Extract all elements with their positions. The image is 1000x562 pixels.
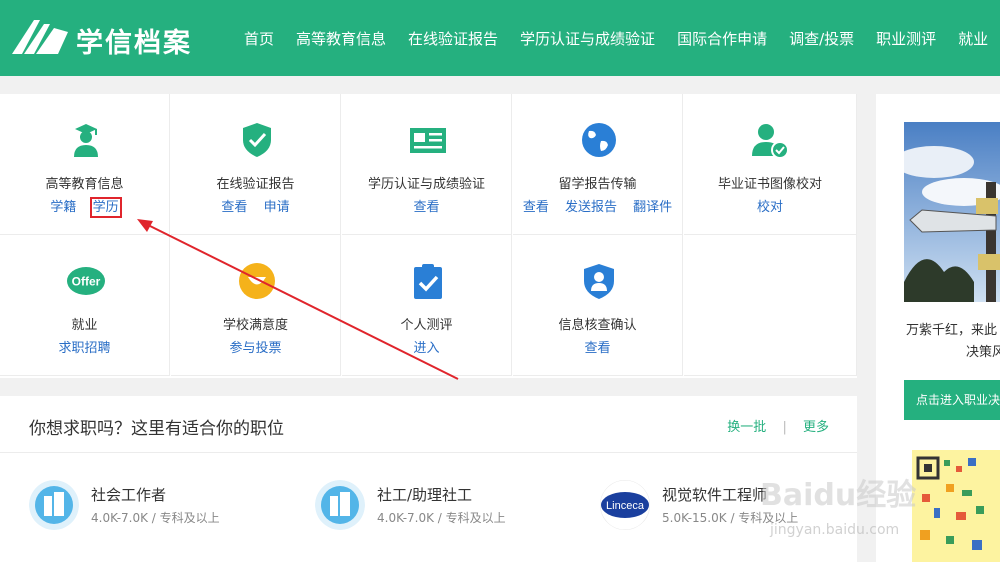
divider bbox=[0, 452, 857, 453]
offer-icon-text: Offer bbox=[72, 275, 101, 289]
service-links: 查看 发送报告 翻译件 bbox=[513, 196, 682, 215]
offer-icon[interactable]: Offer bbox=[67, 262, 105, 300]
nav-item-higher-education[interactable]: 高等教育信息 bbox=[296, 28, 386, 49]
job-card[interactable]: 社会工作者 4.0K-7.0K / 专科及以上 bbox=[29, 476, 299, 536]
service-title: 在线验证报告 bbox=[216, 177, 295, 192]
qr-code-image[interactable] bbox=[912, 450, 1000, 562]
service-links: 校对 bbox=[684, 196, 856, 215]
service-links: 求职招聘 bbox=[0, 337, 169, 356]
link-send-report[interactable]: 发送报告 bbox=[565, 200, 617, 215]
service-title: 学校满意度 bbox=[222, 318, 288, 333]
service-online-verification: 在线验证报告 查看 申请 bbox=[171, 94, 341, 235]
job-meta: 4.0K-7.0K / 专科及以上 bbox=[91, 511, 220, 525]
nav-item-career-test[interactable]: 职业测评 bbox=[876, 28, 936, 49]
services-panel: 高等教育信息 学籍 学历 在线验证报告 查看 申请 学历认证与成绩验证 查看 留… bbox=[0, 94, 857, 378]
service-empty-cell bbox=[684, 235, 857, 376]
refresh-jobs-link[interactable]: 换一批 bbox=[727, 420, 766, 435]
job-recommendations: 你想求职吗？这里有适合你的职位 换一批 | 更多 社会工作者 4.0K-7.0K… bbox=[0, 396, 857, 562]
top-navigation-bar: 学信档案 首页 高等教育信息 在线验证报告 学历认证与成绩验证 国际合作申请 调… bbox=[0, 0, 1000, 76]
service-title: 信息核查确认 bbox=[558, 318, 637, 333]
service-title: 就业 bbox=[71, 318, 98, 333]
globe-icon[interactable] bbox=[580, 121, 618, 159]
clipboard-check-icon[interactable] bbox=[409, 262, 447, 300]
service-title: 留学报告传输 bbox=[558, 177, 637, 192]
service-certificate-proofread: 毕业证书图像校对 校对 bbox=[684, 94, 857, 235]
service-info-verification: 信息核查确认 查看 bbox=[513, 235, 683, 376]
company-logo-icon: Linceca bbox=[600, 480, 650, 530]
service-title: 学历认证与成绩验证 bbox=[367, 177, 485, 192]
service-degree-certification: 学历认证与成绩验证 查看 bbox=[342, 94, 512, 235]
nav-item-employment[interactable]: 就业 bbox=[958, 28, 988, 49]
nav-item-home[interactable]: 首页 bbox=[244, 28, 274, 49]
link-view[interactable]: 查看 bbox=[523, 200, 549, 215]
jobs-actions: 换一批 | 更多 bbox=[727, 416, 829, 435]
service-school-satisfaction: 学校满意度 参与投票 bbox=[171, 235, 341, 376]
brand-name[interactable]: 学信档案 bbox=[76, 21, 192, 60]
building-icon bbox=[315, 480, 365, 530]
brand-logo-icon[interactable] bbox=[10, 18, 72, 56]
link-enter[interactable]: 进入 bbox=[413, 341, 439, 356]
company-logo-text: Linceca bbox=[606, 500, 645, 512]
job-meta: 4.0K-7.0K / 专科及以上 bbox=[377, 511, 506, 525]
service-employment: Offer 就业 求职招聘 bbox=[0, 235, 170, 376]
nav-item-international[interactable]: 国际合作申请 bbox=[677, 28, 767, 49]
career-decision-button[interactable]: 点击进入职业决 bbox=[904, 380, 1000, 420]
smile-icon[interactable] bbox=[238, 262, 276, 300]
service-title: 高等教育信息 bbox=[45, 177, 124, 192]
user-check-icon[interactable] bbox=[751, 121, 789, 159]
signpost-photo[interactable] bbox=[904, 122, 1000, 302]
sidebar-caption-line: 万紫千红，来此 bbox=[906, 323, 998, 338]
service-links: 进入 bbox=[342, 337, 511, 356]
job-title[interactable]: 社工/助理社工 bbox=[377, 484, 472, 505]
shield-check-icon[interactable] bbox=[238, 121, 276, 159]
service-links: 参与投票 bbox=[171, 337, 340, 356]
job-title[interactable]: 视觉软件工程师 bbox=[662, 484, 767, 505]
separator: | bbox=[782, 420, 787, 435]
sidebar-caption: 万紫千红，来此 决策风 bbox=[906, 320, 1000, 364]
service-title: 个人测评 bbox=[400, 318, 453, 333]
service-personal-assessment: 个人测评 进入 bbox=[342, 235, 512, 376]
link-degree[interactable]: 学历 bbox=[89, 197, 122, 218]
watermark-url: jingyan.baidu.com bbox=[770, 522, 900, 538]
nav-item-survey[interactable]: 调查/投票 bbox=[789, 28, 854, 49]
service-links: 查看 bbox=[513, 337, 682, 356]
link-job-search[interactable]: 求职招聘 bbox=[58, 341, 110, 356]
sidebar-caption-line: 决策风 bbox=[966, 345, 1000, 360]
job-salary: 4.0K-7.0K bbox=[377, 511, 434, 525]
link-view[interactable]: 查看 bbox=[584, 341, 610, 356]
link-proofread[interactable]: 校对 bbox=[757, 200, 783, 215]
link-vote[interactable]: 参与投票 bbox=[229, 341, 281, 356]
link-translation[interactable]: 翻译件 bbox=[633, 200, 672, 215]
service-study-abroad-report: 留学报告传输 查看 发送报告 翻译件 bbox=[513, 94, 683, 235]
service-links: 学籍 学历 bbox=[0, 196, 169, 218]
job-card[interactable]: 社工/助理社工 4.0K-7.0K / 专科及以上 bbox=[315, 476, 585, 536]
job-title[interactable]: 社会工作者 bbox=[91, 484, 166, 505]
service-links: 查看 申请 bbox=[171, 196, 340, 215]
building-icon bbox=[29, 480, 79, 530]
graduate-icon[interactable] bbox=[67, 121, 105, 159]
job-education: 专科及以上 bbox=[159, 511, 220, 525]
service-links: 查看 bbox=[342, 196, 511, 215]
nav-item-degree-certification[interactable]: 学历认证与成绩验证 bbox=[520, 28, 655, 49]
job-salary: 4.0K-7.0K bbox=[91, 511, 148, 525]
job-education: 专科及以上 bbox=[445, 511, 506, 525]
service-title: 毕业证书图像校对 bbox=[717, 177, 822, 192]
more-jobs-link[interactable]: 更多 bbox=[803, 420, 829, 435]
service-higher-education: 高等教育信息 学籍 学历 bbox=[0, 94, 170, 235]
watermark-brand: Baidu经验 bbox=[760, 478, 917, 513]
link-apply[interactable]: 申请 bbox=[264, 200, 290, 215]
link-student-status[interactable]: 学籍 bbox=[50, 200, 76, 215]
id-card-icon[interactable] bbox=[409, 121, 447, 159]
jobs-heading: 你想求职吗？这里有适合你的职位 bbox=[29, 419, 284, 439]
link-view[interactable]: 查看 bbox=[221, 200, 247, 215]
job-salary: 5.0K-15.0K bbox=[662, 511, 727, 525]
user-shield-icon[interactable] bbox=[580, 262, 618, 300]
link-view[interactable]: 查看 bbox=[413, 200, 439, 215]
main-nav: 首页 高等教育信息 在线验证报告 学历认证与成绩验证 国际合作申请 调查/投票 … bbox=[244, 0, 1000, 76]
nav-item-online-verification[interactable]: 在线验证报告 bbox=[408, 28, 498, 49]
